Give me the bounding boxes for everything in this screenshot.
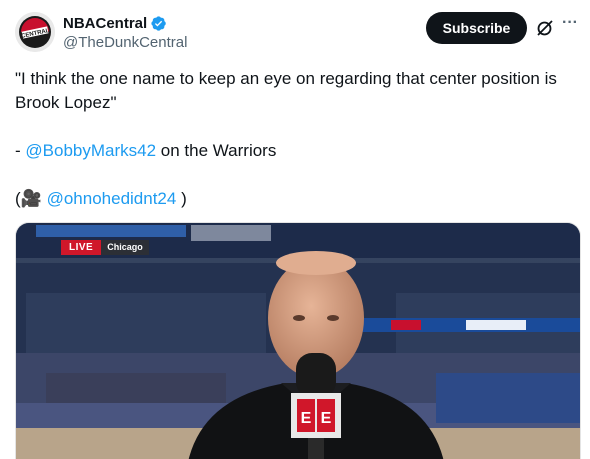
tweet-body: "I think the one name to keep an eye on …	[15, 67, 580, 211]
close-paren: )	[176, 189, 187, 208]
attribution-rest: on the Warriors	[156, 141, 277, 160]
tweet-quote: "I think the one name to keep an eye on …	[15, 69, 557, 112]
tweet-video[interactable]: E E LIVE Chicago	[15, 222, 581, 459]
dash-text: -	[15, 141, 26, 160]
verified-badge-icon	[151, 15, 166, 31]
camera-icon: 🎥	[20, 189, 42, 208]
mention-ohnohedidnt[interactable]: @ohnohedidnt24	[47, 189, 177, 208]
live-badge: LIVE Chicago	[61, 240, 149, 255]
author-avatar[interactable]: CENTRAL	[15, 12, 55, 52]
video-frame: E E	[16, 223, 580, 459]
tweet-header: CENTRAL NBACentral @TheDunkCentral Subsc…	[15, 12, 580, 56]
tweet-credit: (🎥 @ohnohedidnt24 )	[15, 187, 580, 211]
author-display-name[interactable]: NBACentral	[63, 15, 147, 32]
live-city-label: Chicago	[101, 240, 149, 255]
more-options-icon[interactable]: ···	[560, 15, 580, 36]
mic-logo-right: E	[321, 410, 332, 427]
subscribe-button[interactable]: Subscribe	[426, 12, 527, 44]
tweet-attribution: - @BobbyMarks42 on the Warriors	[15, 139, 580, 163]
mic-logo-left: E	[301, 410, 312, 427]
author-names: NBACentral @TheDunkCentral	[63, 13, 187, 52]
author-handle[interactable]: @TheDunkCentral	[63, 34, 187, 51]
live-label: LIVE	[61, 240, 102, 255]
nbacentral-logo-icon: CENTRAL	[15, 12, 55, 52]
grok-icon[interactable]	[535, 18, 555, 38]
mention-bobbymarks[interactable]: @BobbyMarks42	[25, 141, 156, 160]
